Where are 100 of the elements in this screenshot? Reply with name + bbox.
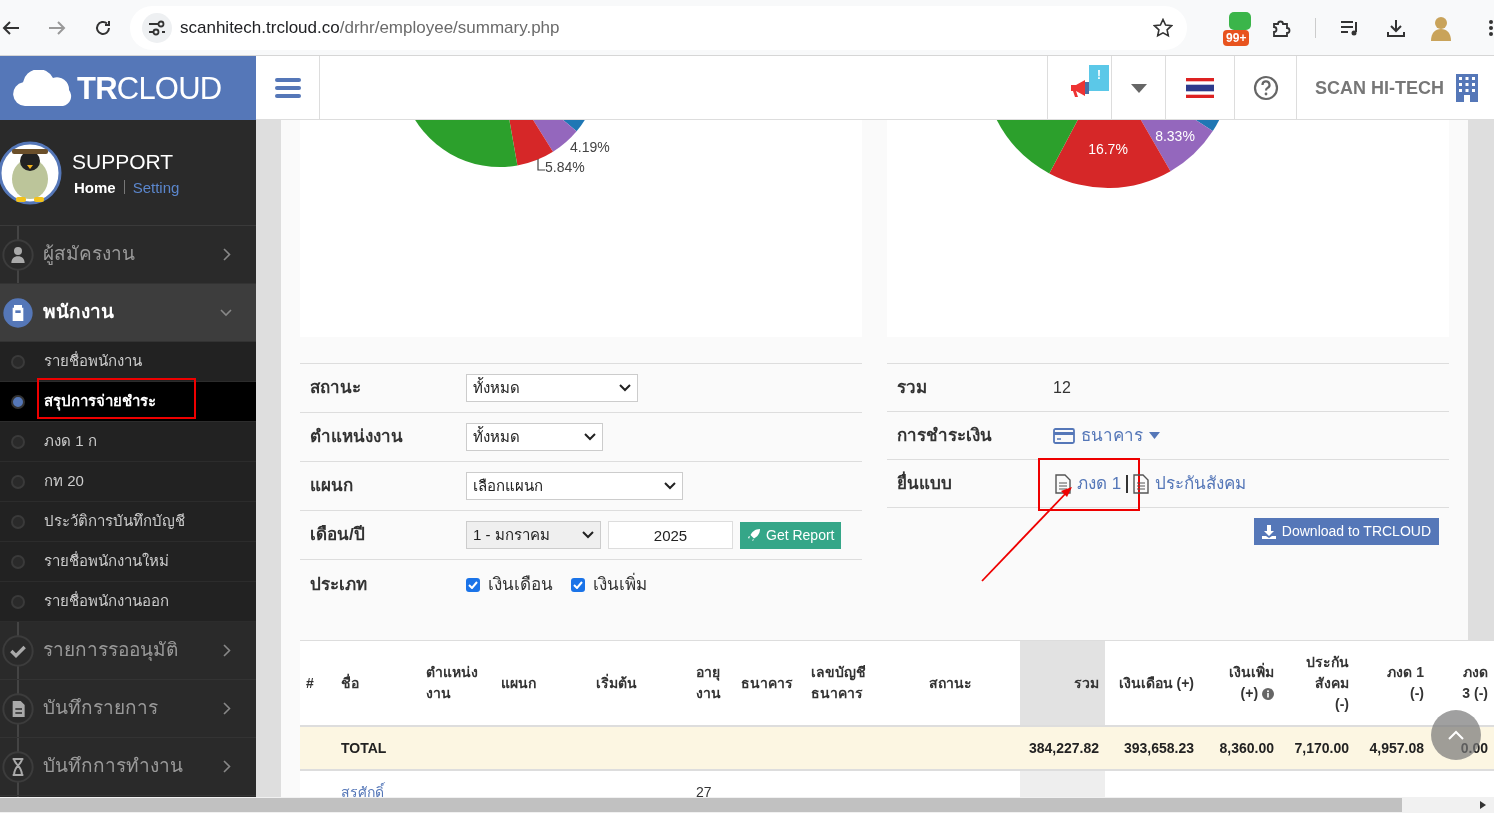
column-header[interactable]: ชื่อ (341, 672, 359, 694)
chevron-down-icon (619, 384, 631, 392)
chevron-down-icon (664, 482, 676, 490)
column-header[interactable]: ภงด 1 (-) (1387, 662, 1424, 704)
chart-label: 4.19% (570, 140, 610, 154)
forward-icon[interactable] (48, 19, 66, 36)
field-label: เดือน/ปี (309, 524, 366, 547)
submenu-item[interactable]: ภงด 1 ก (0, 422, 256, 462)
checkbox[interactable] (571, 577, 585, 592)
column-header[interactable]: อายุ งาน (696, 662, 721, 704)
year-field[interactable]: 2025 (608, 521, 733, 549)
checkbox[interactable] (466, 577, 480, 592)
back-icon[interactable] (2, 19, 20, 36)
info-icon (1262, 688, 1274, 700)
chart-label: 8.33% (1155, 129, 1195, 143)
submenu-item[interactable]: รายชื่อพนักงานออก (0, 582, 256, 622)
chevron-up-icon[interactable] (1448, 730, 1464, 740)
document-icon (1133, 473, 1150, 494)
column-header[interactable]: ธนาคาร (741, 672, 793, 694)
bookmark-star-icon[interactable] (1153, 17, 1174, 38)
submenu-item[interactable]: รายชื่อพนักงานใหม่ (0, 542, 256, 582)
field-label: การชำระเงิน (896, 424, 993, 447)
address-bar[interactable]: scanhitech.trcloud.co/drhr/employee/summary.php (130, 5, 1188, 50)
column-header[interactable]: สถานะ (928, 672, 972, 694)
column-header[interactable]: ตำแหน่ง งาน (426, 662, 478, 704)
field-label: รวม (896, 376, 928, 399)
form-link[interactable]: ภงด 1 (1053, 470, 1124, 497)
chevron-down-icon (582, 531, 594, 539)
profile-link[interactable]: Setting (132, 179, 180, 195)
menu-item[interactable]: พนักงาน (0, 284, 256, 342)
field-label: ตำแหน่งงาน (309, 426, 404, 449)
column-header[interactable]: เลขบัญชี ธนาคาร (811, 662, 866, 704)
url-text[interactable]: scanhitech.trcloud.co/drhr/employee/summary.php (180, 14, 1154, 41)
submenu-item[interactable]: กท 20 (0, 462, 256, 502)
rocket-icon (747, 528, 761, 542)
help-icon[interactable] (1252, 75, 1279, 101)
total-cell-text: 393,658.23 (1123, 738, 1194, 758)
menu-item[interactable]: บันทึกการทำงาน (0, 738, 256, 796)
total-count: 12 (1053, 377, 1071, 398)
download-icon (1261, 524, 1276, 539)
document-icon (1055, 473, 1071, 494)
download-button[interactable]: Download to TRCLOUD (1253, 518, 1439, 545)
submenu-item[interactable]: รายชื่อพนักงาน (0, 342, 256, 382)
field-label: สถานะ (309, 377, 362, 400)
building-icon[interactable] (1456, 74, 1478, 102)
total-cell-text: TOTAL (341, 738, 387, 758)
logo-text: TRCLOUD (77, 72, 222, 104)
checkbox-label[interactable]: เงินเพิ่ม (593, 571, 647, 598)
column-header[interactable]: เริ่มต้น (596, 672, 637, 694)
menu-icon[interactable] (1488, 18, 1494, 37)
download-icon[interactable] (1386, 17, 1406, 38)
scroll-right-icon[interactable] (1480, 801, 1486, 809)
flag-icon[interactable] (1186, 78, 1214, 98)
site-settings-icon[interactable] (148, 19, 166, 36)
dropdown-field[interactable]: เลือกแผนก (466, 472, 683, 500)
profile-link[interactable]: Home (74, 179, 116, 195)
reload-icon[interactable] (94, 18, 112, 37)
extension-button[interactable]: 99+ (1223, 7, 1257, 48)
chart-label: 16.7% (1088, 142, 1128, 156)
media-queue-icon[interactable] (1340, 18, 1360, 37)
cloud-logo-icon (13, 70, 73, 106)
chevron-down-icon (584, 433, 596, 441)
submenu-item[interactable]: ประวัติการบันทึกบัญชี (0, 502, 256, 542)
column-header[interactable]: เงินเพิ่ม (+) (1229, 662, 1274, 704)
column-header[interactable]: # (306, 672, 314, 694)
field-label: ยื่นแบบ (896, 470, 953, 495)
column-header[interactable]: ประกัน สังคม (-) (1306, 651, 1349, 715)
field-label: แผนก (309, 475, 354, 498)
month-dropdown[interactable]: 1 - มกราคม (466, 521, 601, 549)
chevron-right-icon (223, 702, 231, 715)
credit-card-icon (1053, 427, 1075, 444)
user-name: SUPPORT (72, 150, 175, 172)
chart-label: 5.84% (545, 160, 585, 174)
chevron-right-icon (223, 248, 231, 261)
company-name[interactable]: SCAN HI-TECH (1315, 74, 1444, 102)
leader-line (537, 159, 545, 171)
checkbox-label[interactable]: เงินเดือน (488, 571, 553, 598)
total-cell-text: 8,360.00 (1219, 738, 1274, 758)
total-cell-text: 7,170.00 (1294, 738, 1349, 758)
caret-down-icon[interactable] (1130, 83, 1147, 93)
notification-count-badge: 99+ (1223, 29, 1250, 46)
column-header[interactable]: รวม (1074, 672, 1099, 694)
chevron-down-icon (220, 308, 232, 317)
menu-item[interactable]: บันทึกรายการ (0, 680, 256, 738)
menu-item[interactable]: รายการรออนุมัติ (0, 622, 256, 680)
dropdown-field[interactable]: ทั้งหมด (466, 423, 603, 451)
column-header[interactable]: แผนก (501, 672, 536, 694)
horizontal-scrollbar[interactable] (0, 797, 1494, 813)
chevron-right-icon (223, 760, 231, 773)
chevron-right-icon (223, 644, 231, 657)
payment-dropdown[interactable]: ธนาคาร (1053, 422, 1160, 449)
dropdown-field[interactable]: ทั้งหมด (466, 374, 638, 402)
column-header[interactable]: ภงด 3 (-) (1462, 662, 1488, 704)
employee-icon (2, 296, 34, 329)
table-cell: 27 (696, 785, 712, 800)
form-link[interactable]: ประกันสังคม (1131, 470, 1249, 497)
notification-badge: ! (1089, 65, 1109, 91)
total-cell-text: 4,957.08 (1369, 738, 1424, 758)
total-cell-text: 384,227.82 (1028, 738, 1099, 758)
column-header[interactable]: เงินเดือน (+) (1118, 672, 1194, 694)
